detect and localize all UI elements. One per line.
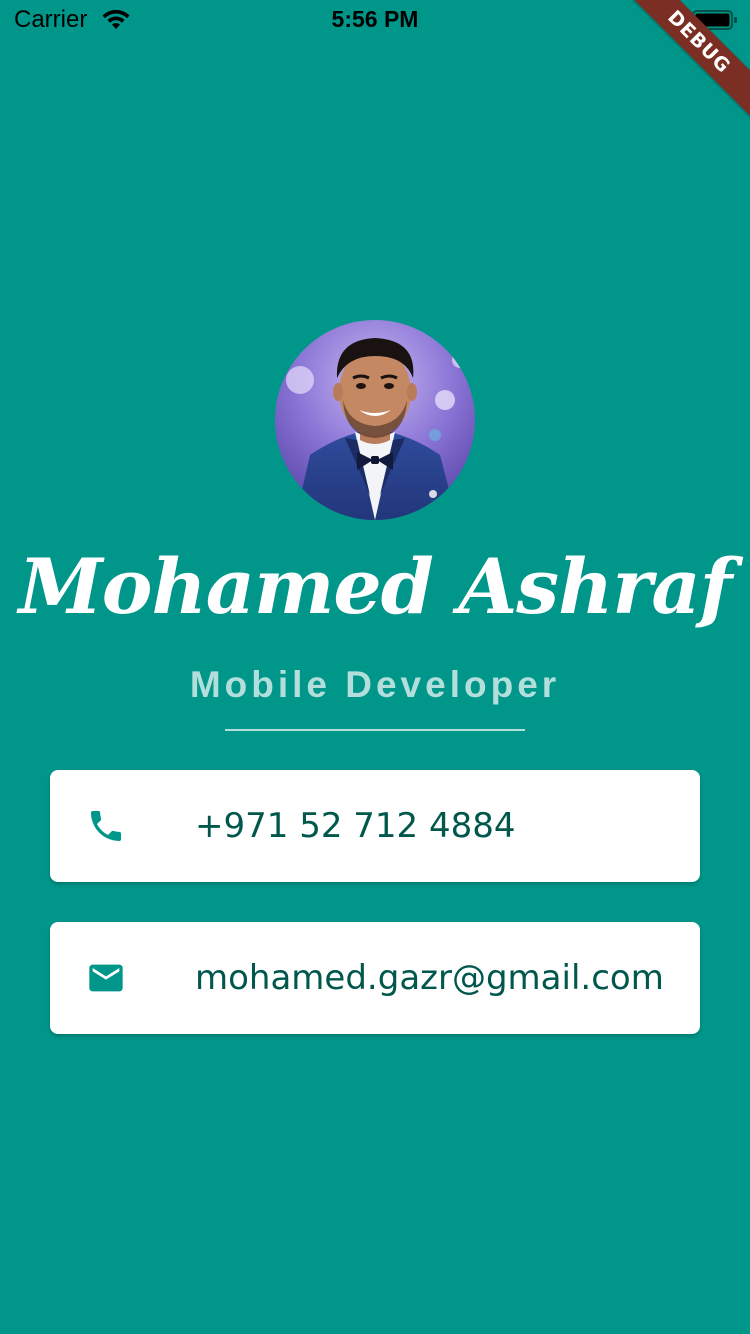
avatar-photo: [275, 320, 475, 520]
mail-icon: [89, 964, 123, 992]
debug-banner-label: DEBUG: [630, 0, 750, 120]
divider: [225, 729, 525, 731]
phone-icon: [91, 811, 121, 841]
profile-name: Mohamed Ashraf: [18, 542, 733, 631]
email-address: mohamed.gazr@gmail.com: [195, 958, 664, 998]
email-card[interactable]: mohamed.gazr@gmail.com: [50, 922, 700, 1034]
phone-card[interactable]: +971 52 712 4884: [50, 770, 700, 882]
phone-number: +971 52 712 4884: [195, 806, 516, 846]
profile-role: Mobile Developer: [189, 664, 561, 705]
debug-banner: DEBUG: [630, 0, 750, 120]
avatar: [275, 320, 475, 520]
